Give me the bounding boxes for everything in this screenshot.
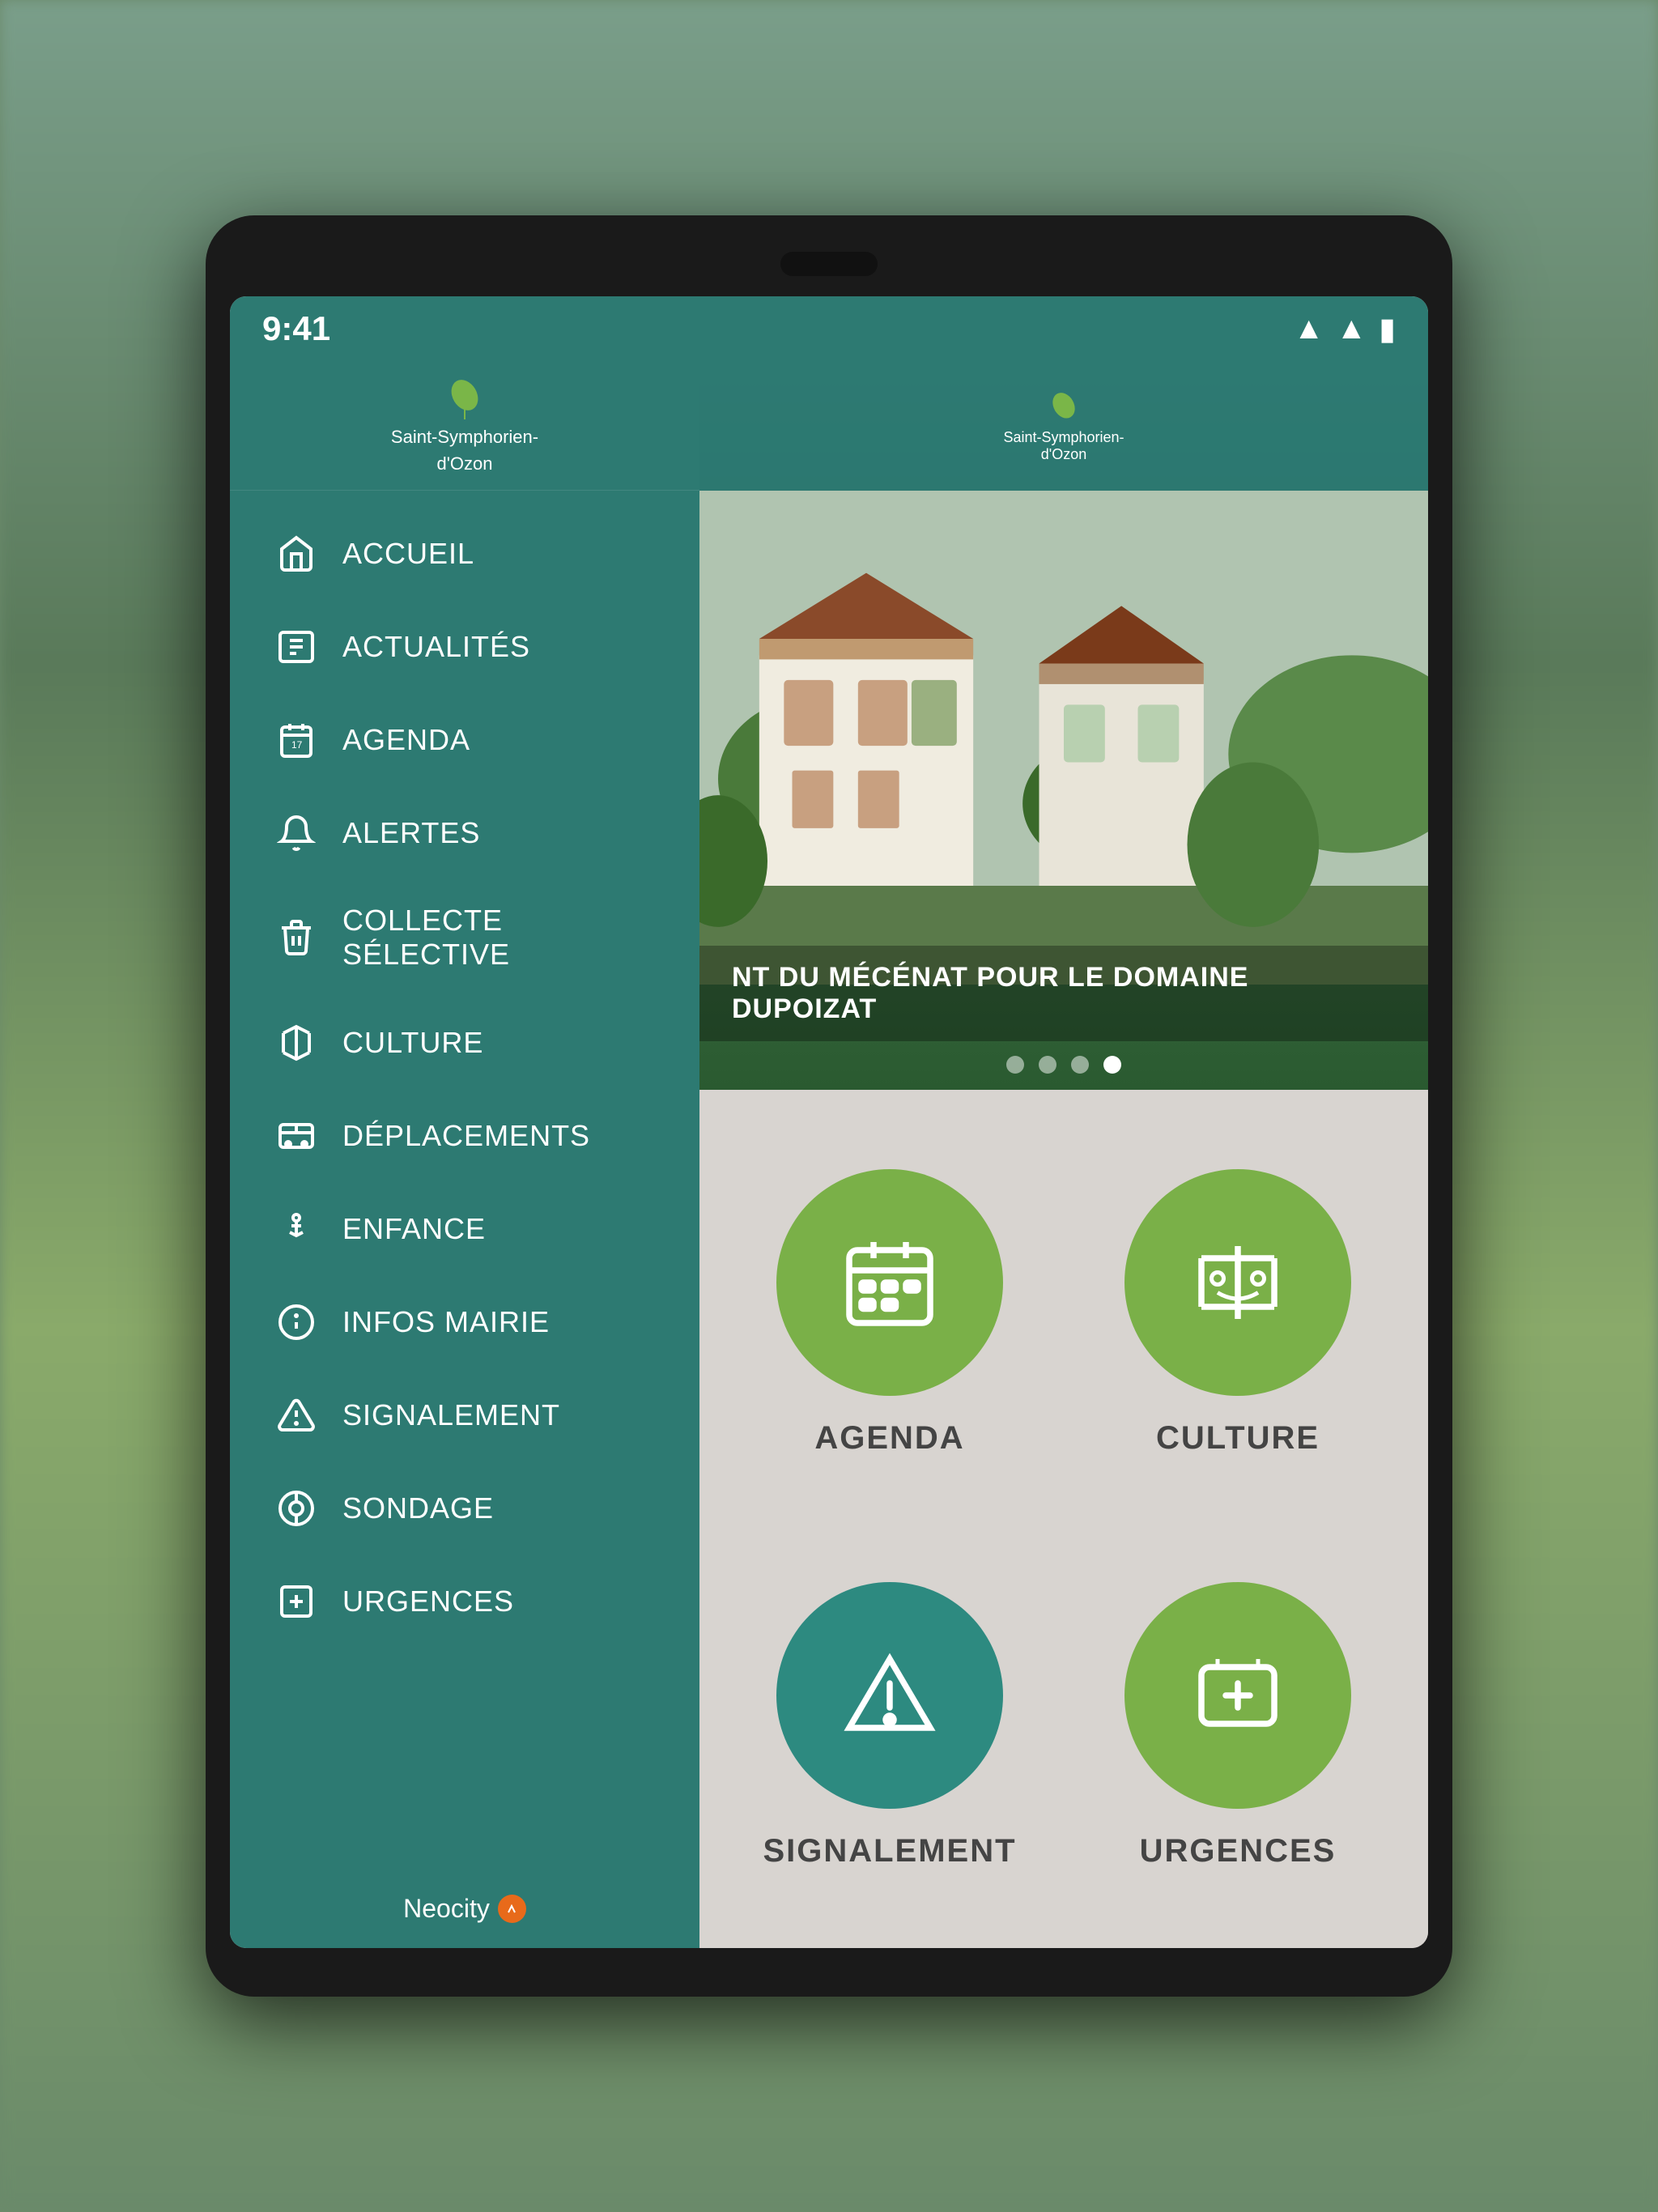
logo-container: Saint-Symphorien-d'Ozon bbox=[391, 375, 538, 477]
hero-dot-1[interactable] bbox=[1006, 1056, 1024, 1074]
hero-banner: Saint-Symphorien-d'Ozon bbox=[699, 361, 1428, 1090]
screen: 9:41 ▲ ▲ ▮ Saint-S bbox=[230, 296, 1428, 1948]
sidebar-item-signalement[interactable]: SIGNALEMENT bbox=[230, 1368, 699, 1461]
sidebar-item-agenda[interactable]: 17 AGENDA bbox=[230, 693, 699, 786]
status-time: 9:41 bbox=[262, 309, 330, 348]
logo-leaf-icon bbox=[440, 375, 489, 423]
grid-circle-urgences bbox=[1124, 1582, 1351, 1809]
hero-logo: Saint-Symphorien-d'Ozon bbox=[1003, 389, 1124, 463]
sidebar-item-enfance[interactable]: ENFANCE bbox=[230, 1182, 699, 1275]
sidebar-label-infos-mairie: INFOS MAIRIE bbox=[342, 1305, 550, 1339]
culture-icon bbox=[274, 1020, 318, 1065]
sidebar-label-urgences: URGENCES bbox=[342, 1585, 514, 1619]
grid-agenda-icon bbox=[841, 1234, 938, 1331]
grid-item-urgences[interactable]: URGENCES bbox=[1080, 1535, 1396, 1916]
hero-dot-3[interactable] bbox=[1071, 1056, 1089, 1074]
grid-label-signalement: SIGNALEMENT bbox=[763, 1833, 1016, 1870]
sidebar-label-agenda: AGENDA bbox=[342, 723, 470, 757]
grid-circle-agenda bbox=[776, 1169, 1003, 1396]
hero-header: Saint-Symphorien-d'Ozon bbox=[699, 361, 1428, 491]
sidebar-logo: Saint-Symphorien-d'Ozon bbox=[230, 361, 699, 491]
grid-circle-culture bbox=[1124, 1169, 1351, 1396]
sidebar-footer: Neocity bbox=[230, 1870, 699, 1948]
poll-icon bbox=[274, 1486, 318, 1530]
sidebar-item-accueil[interactable]: ACCUEIL bbox=[230, 507, 699, 600]
neocity-logo bbox=[503, 1900, 521, 1918]
sidebar-label-collecte: COLLECTE SÉLECTIVE bbox=[342, 904, 659, 972]
main-content: Saint-Symphorien-d'Ozon ACCUEIL bbox=[230, 361, 1428, 1948]
medical-icon bbox=[274, 1579, 318, 1623]
neocity-brand: Neocity bbox=[403, 1894, 526, 1924]
sidebar-item-collecte[interactable]: COLLECTE SÉLECTIVE bbox=[230, 879, 699, 996]
sidebar-label-signalement: SIGNALEMENT bbox=[342, 1398, 560, 1432]
sidebar-label-actualites: ACTUALITÉS bbox=[342, 630, 530, 664]
right-panel: Saint-Symphorien-d'Ozon bbox=[699, 361, 1428, 1948]
svg-text:17: 17 bbox=[291, 739, 303, 751]
newspaper-icon bbox=[274, 624, 318, 669]
sidebar-item-actualites[interactable]: ACTUALITÉS bbox=[230, 600, 699, 693]
status-icons: ▲ ▲ ▮ bbox=[1294, 311, 1396, 347]
wifi-icon: ▲ bbox=[1294, 312, 1324, 347]
sidebar-item-alertes[interactable]: ALERTES bbox=[230, 786, 699, 879]
grid-culture-icon bbox=[1189, 1234, 1286, 1331]
bell-icon bbox=[274, 810, 318, 855]
sidebar-label-culture: CULTURE bbox=[342, 1026, 483, 1060]
hero-logo-text: Saint-Symphorien-d'Ozon bbox=[1003, 429, 1124, 463]
calendar-icon: 17 bbox=[274, 717, 318, 762]
sidebar-item-culture[interactable]: CULTURE bbox=[230, 996, 699, 1089]
sidebar-label-alertes: ALERTES bbox=[342, 816, 480, 850]
neocity-label: Neocity bbox=[403, 1894, 490, 1924]
grid-label-agenda: AGENDA bbox=[814, 1420, 964, 1457]
grid-circle-signalement bbox=[776, 1582, 1003, 1809]
grid-section: AGENDA bbox=[699, 1090, 1428, 1948]
nav-menu: ACCUEIL ACTUALITÉS 17 AGEND bbox=[230, 491, 699, 1870]
grid-label-culture: CULTURE bbox=[1156, 1420, 1320, 1457]
status-bar: 9:41 ▲ ▲ ▮ bbox=[230, 296, 1428, 361]
warning-icon bbox=[274, 1393, 318, 1437]
sidebar-item-urgences[interactable]: URGENCES bbox=[230, 1555, 699, 1648]
hero-caption: NT DU MÉCÉNAT POUR LE DOMAINE DUPOIZAT bbox=[699, 946, 1428, 1041]
hero-image bbox=[699, 491, 1428, 985]
sidebar: Saint-Symphorien-d'Ozon ACCUEIL bbox=[230, 361, 699, 1948]
hero-dot-4[interactable] bbox=[1103, 1056, 1121, 1074]
home-icon bbox=[274, 531, 318, 576]
grid-urgences-icon bbox=[1189, 1647, 1286, 1744]
child-icon bbox=[274, 1206, 318, 1251]
grid-item-agenda[interactable]: AGENDA bbox=[732, 1122, 1048, 1503]
sidebar-label-accueil: ACCUEIL bbox=[342, 537, 474, 571]
signal-icon: ▲ bbox=[1336, 312, 1367, 347]
hero-dots bbox=[699, 1056, 1428, 1074]
grid-item-signalement[interactable]: SIGNALEMENT bbox=[732, 1535, 1048, 1916]
sidebar-label-sondage: SONDAGE bbox=[342, 1491, 494, 1525]
bus-icon bbox=[274, 1113, 318, 1158]
grid-signalement-icon bbox=[841, 1647, 938, 1744]
building-svg bbox=[699, 491, 1428, 985]
tablet-device: 9:41 ▲ ▲ ▮ Saint-S bbox=[206, 215, 1452, 1997]
hero-dot-2[interactable] bbox=[1039, 1056, 1056, 1074]
battery-icon: ▮ bbox=[1379, 311, 1396, 347]
camera-notch bbox=[780, 252, 878, 276]
hero-caption-text: NT DU MÉCÉNAT POUR LE DOMAINE DUPOIZAT bbox=[732, 962, 1248, 1024]
sidebar-item-sondage[interactable]: SONDAGE bbox=[230, 1461, 699, 1555]
trash-icon bbox=[274, 916, 318, 960]
grid-label-urgences: URGENCES bbox=[1140, 1833, 1337, 1870]
info-icon bbox=[274, 1300, 318, 1344]
grid-item-culture[interactable]: CULTURE bbox=[1080, 1122, 1396, 1503]
tablet-top-bar bbox=[230, 240, 1428, 288]
logo-text: Saint-Symphorien-d'Ozon bbox=[391, 423, 538, 477]
sidebar-label-deplacements: DÉPLACEMENTS bbox=[342, 1119, 590, 1153]
hero-logo-icon bbox=[1044, 389, 1084, 429]
neocity-icon bbox=[498, 1895, 526, 1923]
sidebar-item-deplacements[interactable]: DÉPLACEMENTS bbox=[230, 1089, 699, 1182]
sidebar-item-infos-mairie[interactable]: INFOS MAIRIE bbox=[230, 1275, 699, 1368]
sidebar-label-enfance: ENFANCE bbox=[342, 1212, 486, 1246]
